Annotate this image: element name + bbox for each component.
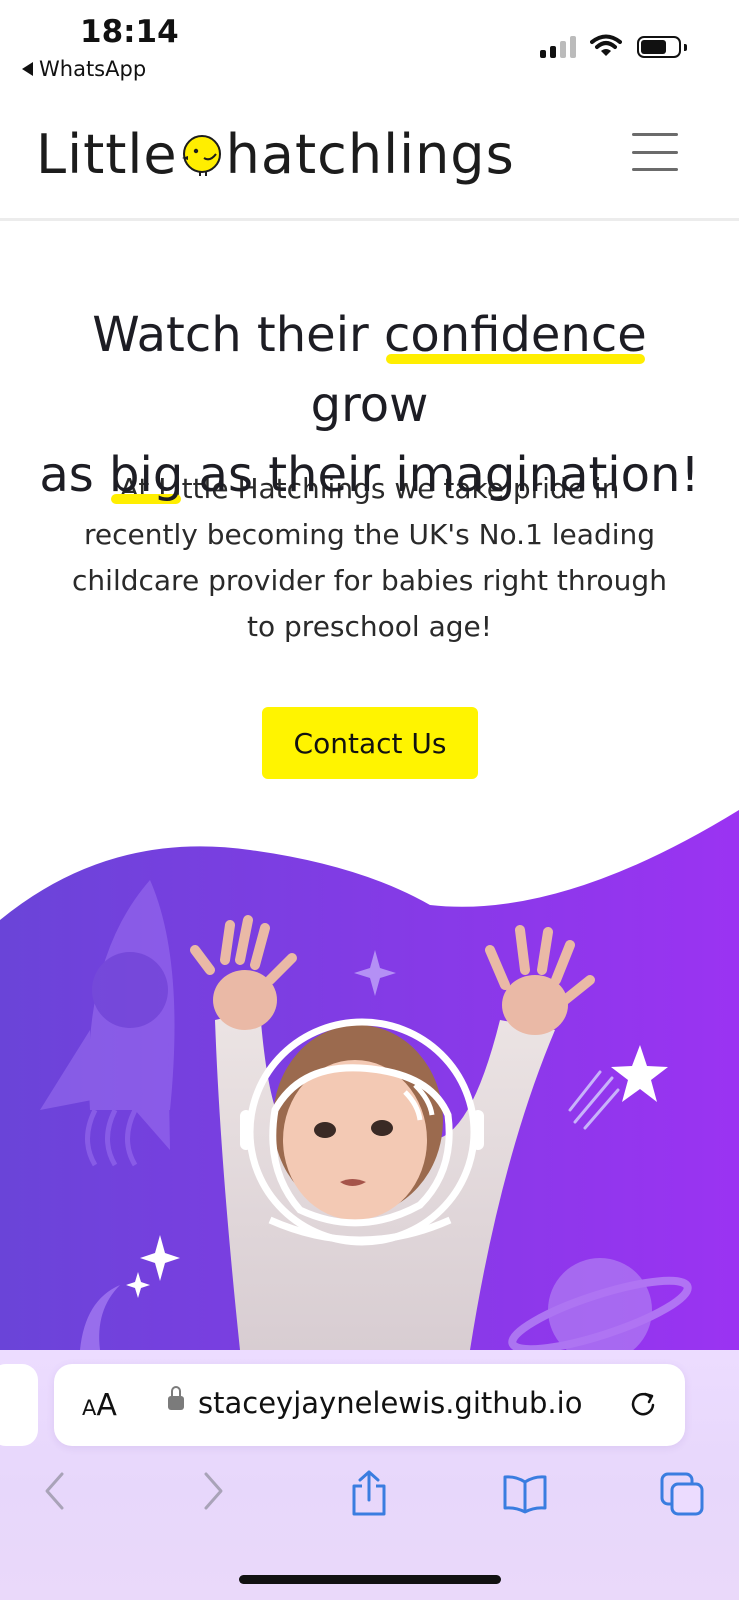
logo-text-hatchlings: hatchlings: [225, 122, 515, 186]
back-to-whatsapp-link[interactable]: WhatsApp: [22, 57, 146, 81]
back-chevron-icon[interactable]: [42, 1470, 68, 1512]
bookmarks-icon[interactable]: [502, 1474, 548, 1514]
headline-line-1: Watch their confidence grow: [30, 300, 709, 440]
chick-logo-icon: [181, 135, 221, 176]
hamburger-menu-icon[interactable]: [632, 133, 678, 171]
lock-icon: [168, 1396, 184, 1410]
highlight-big: big: [109, 440, 183, 510]
battery-tip: [684, 44, 687, 51]
back-arrow-icon: [22, 62, 33, 76]
forward-chevron-icon[interactable]: [200, 1470, 226, 1512]
hero-headline: Watch their confidence grow as big as th…: [30, 300, 709, 510]
tabs-icon[interactable]: [660, 1472, 704, 1516]
status-time: 18:14: [80, 14, 179, 50]
headline-text: as: [39, 447, 110, 503]
home-indicator[interactable]: [239, 1575, 501, 1584]
reload-icon[interactable]: [628, 1389, 658, 1419]
headline-text: as their imagination!: [183, 447, 700, 503]
headline-text: grow: [310, 377, 429, 433]
text-size-button[interactable]: AA: [82, 1388, 117, 1423]
previous-tab-preview[interactable]: [0, 1364, 38, 1446]
battery-icon: [637, 36, 681, 58]
hero-banner-illustration: [0, 810, 739, 1350]
logo-text-little: Little: [36, 122, 178, 186]
url-text[interactable]: staceyjaynelewis.github.io: [198, 1386, 582, 1420]
header-divider: [0, 218, 739, 221]
headline-text: Watch their: [92, 307, 385, 363]
cellular-signal-icon: [540, 36, 576, 58]
back-app-label: WhatsApp: [39, 57, 147, 81]
wifi-icon: [590, 34, 622, 56]
contact-us-button[interactable]: Contact Us: [262, 707, 478, 779]
site-logo[interactable]: Little hatchlings: [36, 118, 515, 190]
highlight-confidence: confidence: [384, 300, 647, 370]
headline-line-2: as big as their imagination!: [30, 440, 709, 510]
share-icon[interactable]: [349, 1470, 389, 1516]
